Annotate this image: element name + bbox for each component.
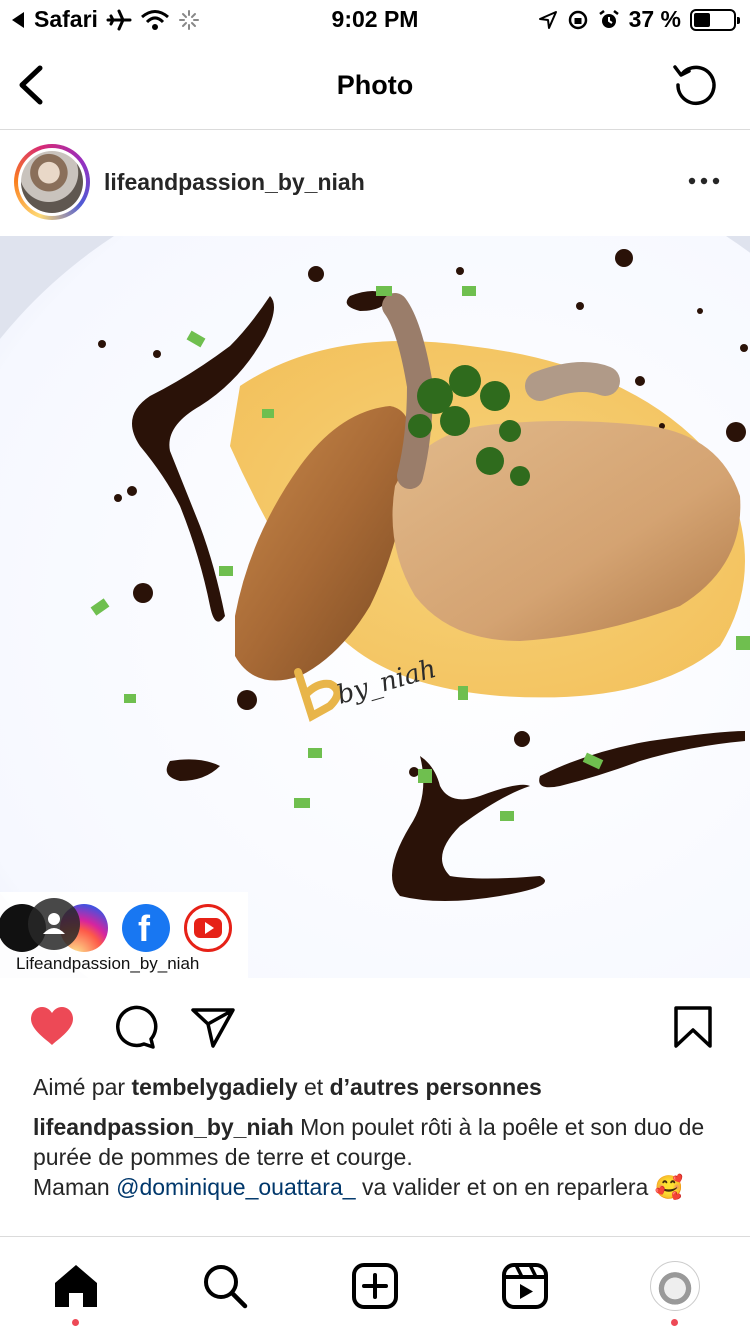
rotation-lock-icon: [568, 10, 587, 29]
refresh-icon[interactable]: [670, 58, 720, 108]
home-notification-dot: [72, 1319, 79, 1326]
post-actions: [0, 996, 750, 1060]
person-icon: [43, 913, 65, 934]
likes-prefix: Aimé par: [33, 1074, 126, 1100]
profile-notification-dot: [671, 1319, 678, 1326]
caption-line2-start: Maman: [33, 1174, 110, 1200]
facebook-icon: f: [122, 904, 170, 952]
likes-connector: et: [304, 1074, 324, 1100]
bookmark-icon[interactable]: [668, 1002, 718, 1052]
profile-avatar[interactable]: [650, 1261, 700, 1311]
liker-username[interactable]: tembelygadiely: [131, 1074, 297, 1100]
more-horizontal-icon[interactable]: [686, 169, 722, 193]
page-title: Photo: [336, 70, 414, 100]
caption-author[interactable]: lifeandpassion_by_niah: [33, 1114, 294, 1140]
location-arrow-icon: [538, 10, 557, 29]
likes-others[interactable]: d’autres personnes: [330, 1074, 542, 1100]
status-right: 37 %: [538, 6, 740, 33]
youtube-icon: [184, 904, 232, 952]
home-icon[interactable]: [51, 1261, 101, 1311]
reels-icon[interactable]: [500, 1261, 550, 1311]
create-post-icon[interactable]: [350, 1261, 400, 1311]
post-header: lifeandpassion_by_niah: [0, 131, 750, 235]
battery-icon: [690, 8, 740, 31]
alarm-icon: [598, 9, 619, 28]
story-avatar[interactable]: [14, 144, 90, 220]
comment-icon[interactable]: [108, 1002, 158, 1052]
heart-icon[interactable]: [27, 1002, 77, 1052]
post-caption: lifeandpassion_by_niah Mon poulet rôti à…: [33, 1112, 723, 1202]
tagged-users-button[interactable]: [28, 898, 80, 950]
bottom-tab-bar: [0, 1236, 750, 1334]
post-photo[interactable]: by_niah: [0, 236, 750, 978]
nav-header: Photo: [0, 40, 750, 130]
avatar: [21, 151, 83, 213]
paper-plane-icon[interactable]: [188, 1002, 238, 1052]
battery-percent: 37 %: [628, 6, 681, 32]
caption-line2-end: va valider et on en reparlera 🥰: [361, 1174, 684, 1200]
likes-summary: Aimé par tembelygadiely et d’autres pers…: [33, 1074, 542, 1101]
search-icon[interactable]: [200, 1261, 250, 1311]
status-bar: Safari 9:02 PM 37 %: [0, 0, 750, 40]
post-username[interactable]: lifeandpassion_by_niah: [104, 169, 365, 196]
caption-mention[interactable]: @dominique_ouattara_: [116, 1174, 355, 1200]
social-label: Lifeandpassion_by_niah: [16, 954, 200, 973]
